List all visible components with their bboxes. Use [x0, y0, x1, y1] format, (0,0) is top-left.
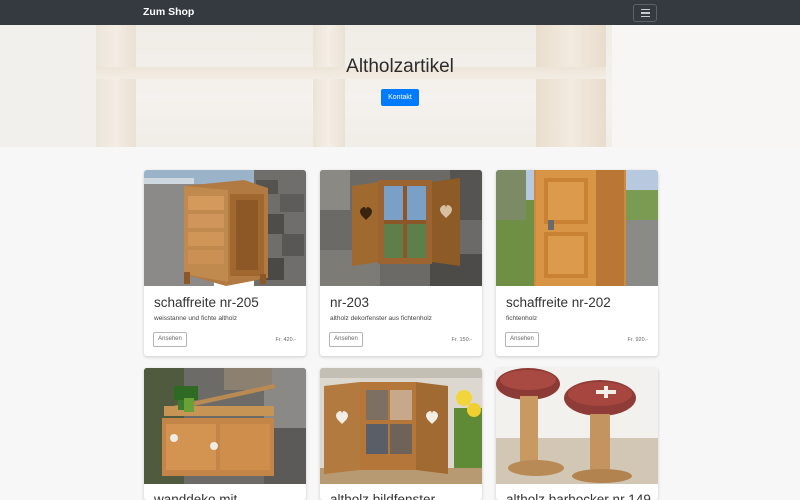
product-card[interactable]: schaffreite nr-202 fichtenholz Ansehen F… — [496, 170, 658, 356]
hero-banner: Altholzartikel Kontakt — [0, 25, 800, 147]
product-image-window[interactable] — [320, 170, 482, 286]
navbar: Zum Shop — [0, 0, 800, 25]
product-description: weisstanne und fichte altholz — [154, 315, 238, 322]
product-image-cabinet[interactable] — [144, 170, 306, 286]
product-card[interactable]: altholz barhocker nr 149 — [496, 368, 658, 500]
product-title[interactable]: nr-203 — [330, 295, 369, 310]
product-title[interactable]: altholz barhocker nr 149 — [506, 492, 651, 500]
product-price: Fr. 420.- — [275, 337, 296, 343]
product-image-picture-window[interactable] — [320, 368, 482, 484]
product-description: altholz dekorfenster aus fichtenholz — [330, 315, 432, 322]
product-title[interactable]: schaffreite nr-205 — [154, 295, 259, 310]
product-image-wall-shelf[interactable] — [144, 368, 306, 484]
product-price: Fr. 150.- — [451, 337, 472, 343]
product-title[interactable]: schaffreite nr-202 — [506, 295, 611, 310]
product-card[interactable]: altholz bildfenster — [320, 368, 482, 500]
product-card[interactable]: schaffreite nr-205 weisstanne und fichte… — [144, 170, 306, 356]
hamburger-menu-icon[interactable] — [633, 4, 657, 22]
view-button[interactable]: Ansehen — [505, 332, 539, 347]
product-price: Fr. 920.- — [627, 337, 648, 343]
product-title[interactable]: wanddeko mit — [154, 492, 237, 500]
product-card[interactable]: wanddeko mit — [144, 368, 306, 500]
product-title[interactable]: altholz bildfenster — [330, 492, 435, 500]
product-image-bar-stool[interactable] — [496, 368, 658, 484]
contact-button[interactable]: Kontakt — [381, 89, 419, 106]
hero-overlay — [0, 25, 800, 147]
product-image-cupboard[interactable] — [496, 170, 658, 286]
product-description: fichtenholz — [506, 315, 538, 322]
hero-title: Altholzartikel — [346, 56, 454, 77]
product-card[interactable]: nr-203 altholz dekorfenster aus fichtenh… — [320, 170, 482, 356]
view-button[interactable]: Ansehen — [153, 332, 187, 347]
brand-link[interactable]: Zum Shop — [143, 6, 194, 18]
view-button[interactable]: Ansehen — [329, 332, 363, 347]
